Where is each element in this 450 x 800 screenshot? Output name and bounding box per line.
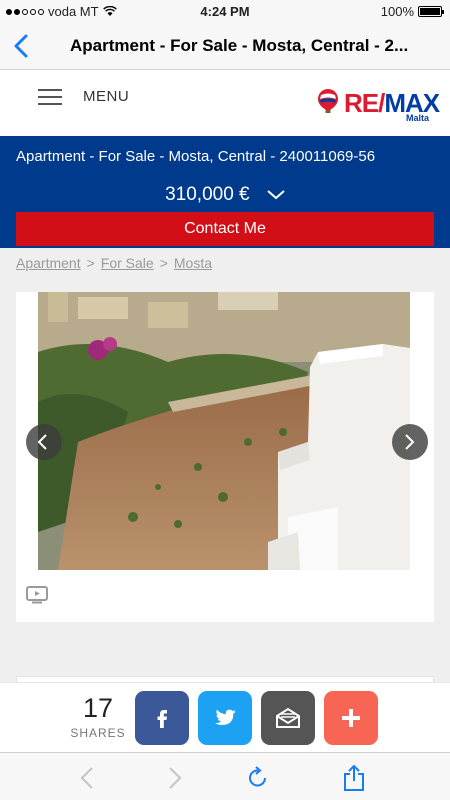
- twitter-share-button[interactable]: [198, 691, 252, 745]
- arrow-left-icon: [37, 434, 47, 450]
- video-tv-icon[interactable]: [26, 586, 48, 604]
- facebook-share-button[interactable]: [135, 691, 189, 745]
- plus-icon: [342, 709, 360, 727]
- status-right: 100%: [380, 4, 444, 19]
- page-title: Apartment - For Sale - Mosta, Central - …: [70, 36, 409, 55]
- breadcrumb-apartment[interactable]: Apartment: [16, 255, 81, 271]
- chevron-down-icon: [267, 190, 285, 200]
- breadcrumb: Apartment > For Sale > Mosta: [16, 255, 212, 271]
- back-chevron-icon[interactable]: [10, 32, 34, 60]
- logo-subtitle: Malta: [405, 113, 429, 123]
- browser-toolbar: [0, 752, 450, 800]
- reload-icon[interactable]: [246, 765, 270, 791]
- site-header: MENU RE/MAX Malta: [0, 70, 450, 136]
- arrow-right-icon: [405, 434, 415, 450]
- battery-percent: 100%: [380, 4, 414, 19]
- photo-gallery-card: [16, 292, 434, 622]
- navigation-bar: Apartment - For Sale - Mosta, Central - …: [0, 22, 450, 70]
- property-photo-image: [38, 292, 410, 570]
- menu-button[interactable]: MENU: [83, 88, 129, 105]
- status-bar: voda MT 4:24 PM 100%: [0, 0, 450, 22]
- hamburger-icon[interactable]: [38, 89, 62, 107]
- more-share-button[interactable]: [324, 691, 378, 745]
- property-photo[interactable]: [38, 292, 410, 570]
- browser-back-icon[interactable]: [76, 765, 100, 791]
- share-count-number: 17: [82, 693, 114, 723]
- listing-price: 310,000 €: [165, 184, 250, 205]
- breadcrumb-separator: >: [86, 255, 95, 271]
- email-icon: [276, 707, 300, 728]
- share-icon[interactable]: [342, 765, 366, 791]
- price-selector[interactable]: 310,000 €: [0, 184, 450, 206]
- email-share-button[interactable]: [261, 691, 315, 745]
- facebook-icon: [157, 710, 167, 728]
- breadcrumb-separator: >: [159, 255, 168, 271]
- gallery-prev-button[interactable]: [26, 424, 62, 460]
- share-count: 17 SHARES: [66, 693, 130, 740]
- share-count-label: SHARES: [70, 726, 126, 740]
- twitter-icon: [215, 709, 236, 725]
- breadcrumb-mosta[interactable]: Mosta: [174, 255, 212, 271]
- gallery-next-button[interactable]: [392, 424, 428, 460]
- remax-balloon-icon: [318, 89, 338, 113]
- breadcrumb-for-sale[interactable]: For Sale: [101, 255, 154, 271]
- listing-title: Apartment - For Sale - Mosta, Central - …: [16, 148, 376, 165]
- browser-forward-icon[interactable]: [162, 765, 186, 791]
- battery-icon: [418, 6, 444, 17]
- share-bar: 17 SHARES: [0, 682, 450, 754]
- remax-logo[interactable]: RE/MAX Malta: [316, 86, 440, 126]
- contact-me-button[interactable]: Contact Me: [16, 212, 434, 246]
